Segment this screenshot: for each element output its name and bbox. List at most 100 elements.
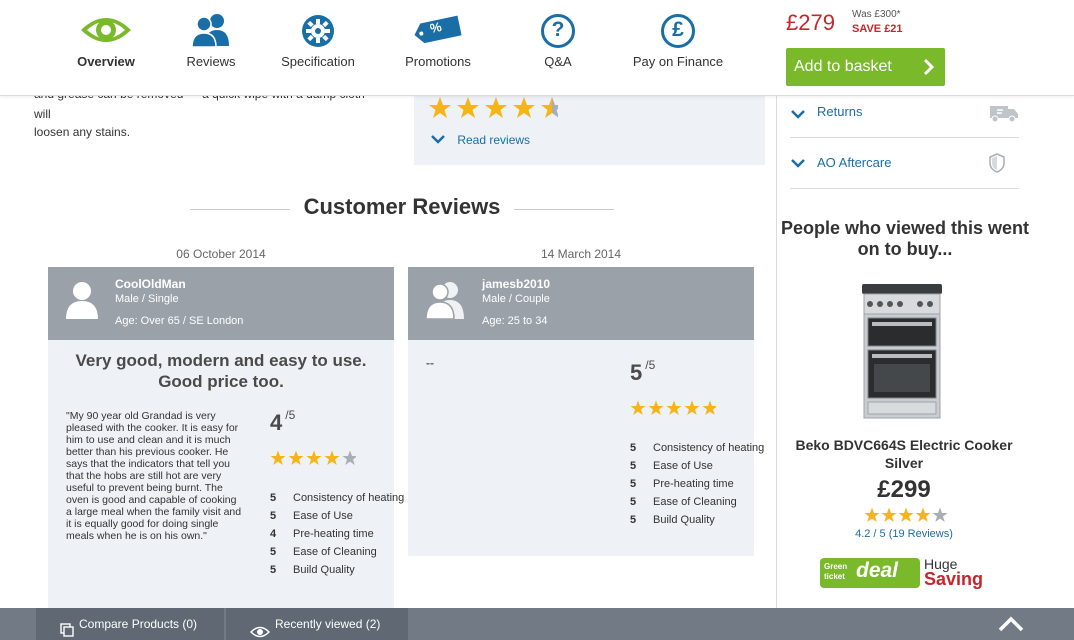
sub-label: Pre-heating time: [293, 528, 374, 540]
nav-reviews[interactable]: Reviews: [176, 0, 246, 96]
chevron-up-icon[interactable]: [998, 616, 1024, 637]
product-image-cooker[interactable]: [860, 280, 944, 420]
avatar-icon: [64, 279, 100, 324]
review-card: jamesb2010 Male / Couple Age: 25 to 34 -…: [408, 267, 764, 556]
review-author-panel: CoolOldMan Male / Single Age: Over 65 / …: [48, 267, 394, 340]
read-reviews-label: Read reviews: [457, 133, 531, 147]
nav-overview[interactable]: Overview: [70, 0, 142, 96]
add-to-basket-button[interactable]: Add to basket: [786, 48, 945, 86]
product-reviews-link[interactable]: 4.2 / 5 (19 Reviews): [790, 528, 1018, 540]
sub-label: Ease of Cleaning: [293, 546, 377, 558]
sub-rating-row: 5 Build Quality: [630, 512, 770, 528]
shield-icon: [989, 153, 1005, 178]
star-rating-icon: [864, 507, 948, 522]
compare-icon: [60, 617, 74, 640]
sub-rating-row: 5 Ease of Cleaning: [270, 544, 410, 560]
question-icon: ?: [540, 13, 576, 54]
saving-label: Saving: [924, 569, 984, 589]
review-body: Very good, modern and easy to use. Good …: [48, 340, 404, 608]
sub-score: 5: [270, 546, 277, 558]
green-ticket-deal-badge: Green ticket deal: [820, 558, 920, 588]
review-score: 5/5: [630, 358, 655, 386]
sub-score: 5: [270, 564, 277, 576]
divider: [190, 209, 290, 210]
van-icon: [989, 102, 1019, 129]
customer-reviews-heading: Customer Reviews: [303, 194, 501, 219]
reviewer-gender: Male / Couple: [482, 293, 550, 305]
review-date: 06 October 2014: [176, 247, 266, 261]
nav-label: Pay on Finance: [632, 54, 724, 69]
sub-label: Consistency of heating: [293, 492, 405, 504]
badge-small-text: Green ticket: [824, 562, 848, 581]
sub-score: 5: [630, 496, 637, 508]
product-price: £299: [877, 476, 931, 503]
sub-score: 5: [630, 478, 637, 490]
rating-stars: [428, 96, 558, 120]
star-rating-icon: [630, 400, 716, 415]
nav-promotions[interactable]: % Promotions: [400, 0, 476, 96]
nav-label: Q&A: [544, 54, 572, 69]
sub-rating-row: 5 Build Quality: [270, 562, 410, 578]
accordion-label: Returns: [817, 104, 863, 119]
star-rating-icon: [429, 97, 558, 118]
review-stars: [630, 400, 716, 416]
nav-label: Specification: [281, 54, 355, 69]
review-body: -- 5/5 5 Consistency of heating 5 Ease of …: [408, 340, 764, 556]
sub-label: Ease of Use: [293, 510, 353, 522]
read-reviews-link[interactable]: Read reviews: [430, 133, 530, 148]
divider: [514, 209, 614, 210]
sub-ratings: 5 Consistency of heating 5 Ease of Use 4 Pr…: [270, 490, 410, 580]
basket-label: Add to basket: [794, 58, 892, 75]
sub-label: Build Quality: [653, 514, 715, 526]
product-name[interactable]: Beko BDVC664S Electric Cooker Silver: [790, 436, 1018, 472]
sub-label: Build Quality: [293, 564, 355, 576]
promo-tag-text: %: [428, 18, 443, 37]
review-author-panel: jamesb2010 Male / Couple Age: 25 to 34: [408, 267, 754, 340]
sub-score: 5: [630, 460, 637, 472]
sub-score: 5: [270, 492, 277, 504]
sub-rating-row: 5 Consistency of heating: [630, 440, 770, 456]
nav-label: Reviews: [186, 54, 236, 69]
sub-label: Ease of Cleaning: [653, 496, 737, 508]
accordion-label: AO Aftercare: [817, 155, 892, 170]
star-rating-icon: [270, 450, 356, 465]
eye-icon: [79, 12, 133, 53]
reviewer-name: jamesb2010: [482, 277, 551, 291]
question-glyph: ?: [551, 18, 565, 41]
sub-rating-row: 5 Consistency of heating: [270, 490, 410, 506]
save-amount: SAVE £21: [852, 23, 903, 35]
badge-big-text: deal: [856, 559, 899, 582]
review-card: CoolOldMan Male / Single Age: Over 65 / …: [48, 267, 404, 608]
couple-avatar-icon: [424, 279, 468, 324]
accordion-aftercare[interactable]: AO Aftercare: [790, 138, 1019, 189]
compare-products-button[interactable]: Compare Products (0): [36, 608, 224, 640]
score-value: 4: [270, 410, 283, 435]
chevron-down-icon: [790, 107, 806, 125]
nav-specification[interactable]: Specification: [276, 0, 360, 96]
current-price: £279: [786, 10, 835, 35]
was-price: Was £300*: [852, 9, 901, 20]
reviewer-name: CoolOldMan: [115, 277, 186, 291]
review-score: 4/5: [270, 408, 296, 436]
score-out-of: /5: [285, 408, 296, 422]
gear-icon: [301, 14, 335, 53]
nav-qa[interactable]: ? Q&A: [526, 0, 590, 96]
pound-glyph: £: [672, 18, 684, 41]
accordion-returns[interactable]: Returns: [790, 98, 1019, 138]
sub-label: Ease of Use: [653, 460, 713, 472]
nav-pay-on-finance[interactable]: £ Pay on Finance: [628, 0, 728, 96]
sub-score: 5: [630, 442, 637, 454]
review-stars: [270, 450, 356, 466]
chevron-down-icon: [790, 156, 806, 174]
page: Overview Reviews Specification % Promoti…: [0, 0, 1074, 640]
recently-viewed-button[interactable]: Recently viewed (2): [226, 608, 408, 640]
people-viewed-heading: People who viewed this went on to buy...: [780, 218, 1030, 259]
chevron-down-icon: [430, 133, 446, 148]
product-stars: [864, 507, 948, 528]
pound-icon: £: [660, 13, 696, 54]
sub-score: 4: [270, 528, 277, 540]
people-icon: [190, 12, 232, 53]
sub-ratings: 5 Consistency of heating 5 Ease of Use 5 Pr…: [630, 440, 770, 530]
sub-rating-row: 5 Pre-heating time: [630, 476, 770, 492]
sub-label: Consistency of heating: [653, 442, 765, 454]
